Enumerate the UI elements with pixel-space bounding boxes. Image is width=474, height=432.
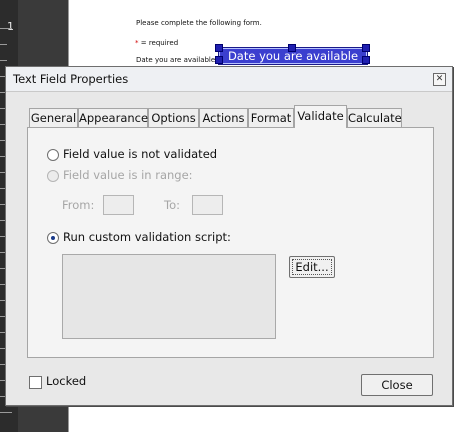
edit-script-button[interactable]: Edit... [289, 256, 335, 278]
radio-not-validated-label: Field value is not validated [63, 147, 218, 161]
locked-checkbox[interactable] [29, 376, 42, 389]
text-field-properties-dialog: Text Field Properties ✕ General Appearan… [5, 66, 453, 406]
from-label: From: [62, 198, 95, 212]
resize-handle-right[interactable] [362, 56, 370, 64]
custom-script-textbox[interactable] [62, 254, 276, 339]
ruler-tick [0, 60, 7, 61]
tab-appearance[interactable]: Appearance [78, 108, 148, 127]
ruler-tick [0, 44, 7, 45]
resize-handle-left[interactable] [215, 56, 223, 64]
ruler-number: 1 [7, 20, 14, 33]
required-note: * = required [135, 39, 178, 47]
resize-handle-top-left[interactable] [215, 44, 223, 52]
ruler-tick [0, 28, 12, 29]
tab-general[interactable]: General [29, 108, 78, 127]
radio-custom-script-label: Run custom validation script: [63, 230, 231, 244]
required-label: = required [140, 39, 179, 47]
from-input [103, 195, 134, 215]
to-label: To: [164, 198, 180, 212]
dialog-titlebar[interactable]: Text Field Properties ✕ [6, 67, 452, 92]
radio-in-range-label: Field value is in range: [63, 168, 193, 182]
ruler-tick [0, 412, 12, 413]
close-icon[interactable]: ✕ [433, 73, 446, 86]
resize-handle-top[interactable] [288, 44, 296, 52]
form-instruction: Please complete the following form. [136, 19, 262, 27]
radio-button-icon[interactable] [47, 232, 59, 244]
dialog-title: Text Field Properties [13, 72, 129, 86]
to-input [192, 195, 223, 215]
tab-calculate[interactable]: Calculate [347, 108, 402, 127]
tab-validate[interactable]: Validate [294, 105, 347, 128]
radio-button-icon [47, 170, 59, 182]
tab-options[interactable]: Options [148, 108, 199, 127]
required-star: * [135, 39, 139, 47]
resize-handle-top-right[interactable] [362, 44, 370, 52]
tab-actions[interactable]: Actions [199, 108, 248, 127]
close-button[interactable]: Close [361, 374, 433, 396]
tab-format[interactable]: Format [248, 108, 294, 127]
radio-button-icon[interactable] [47, 149, 59, 161]
date-field-label: Date you are available: [136, 56, 218, 64]
edit-button-focus-ring [292, 259, 332, 275]
radio-selected-dot [51, 236, 55, 240]
locked-label: Locked [46, 374, 87, 388]
